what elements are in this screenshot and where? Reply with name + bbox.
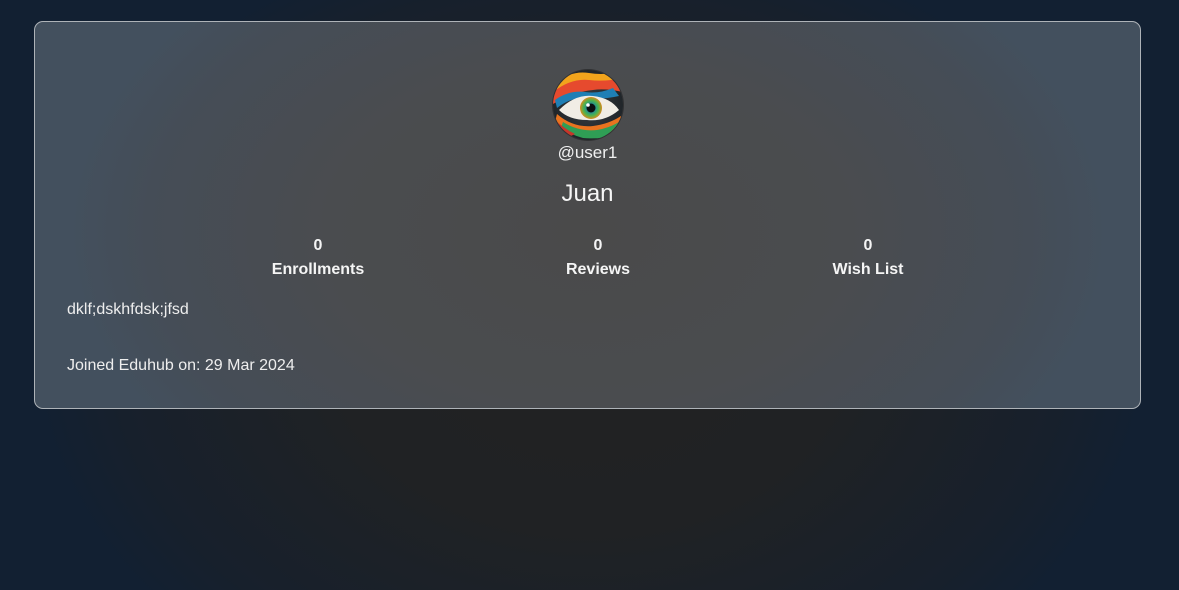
joined-date: Joined Eduhub on: 29 Mar 2024 (67, 357, 295, 374)
avatar[interactable] (553, 70, 623, 140)
profile-bio: dklf;dskhfdsk;jfsd (67, 301, 189, 318)
stat-wishlist-label: Wish List (832, 261, 904, 278)
eye-artwork-icon (553, 70, 623, 140)
stat-enrollments[interactable]: 0 Enrollments (218, 235, 418, 283)
stat-reviews-value: 0 (593, 237, 603, 254)
display-name: Juan (561, 180, 614, 207)
stat-reviews[interactable]: 0 Reviews (498, 235, 698, 283)
profile-card: @user1 Juan 0 Enrollments 0 Reviews 0 Wi… (34, 21, 1141, 409)
stat-wishlist[interactable]: 0 Wish List (768, 235, 968, 283)
stat-enrollments-value: 0 (313, 237, 323, 254)
stat-reviews-label: Reviews (565, 261, 631, 278)
stat-wishlist-value: 0 (863, 237, 873, 254)
stat-enrollments-label: Enrollments (271, 261, 365, 278)
username: @user1 (557, 143, 618, 162)
